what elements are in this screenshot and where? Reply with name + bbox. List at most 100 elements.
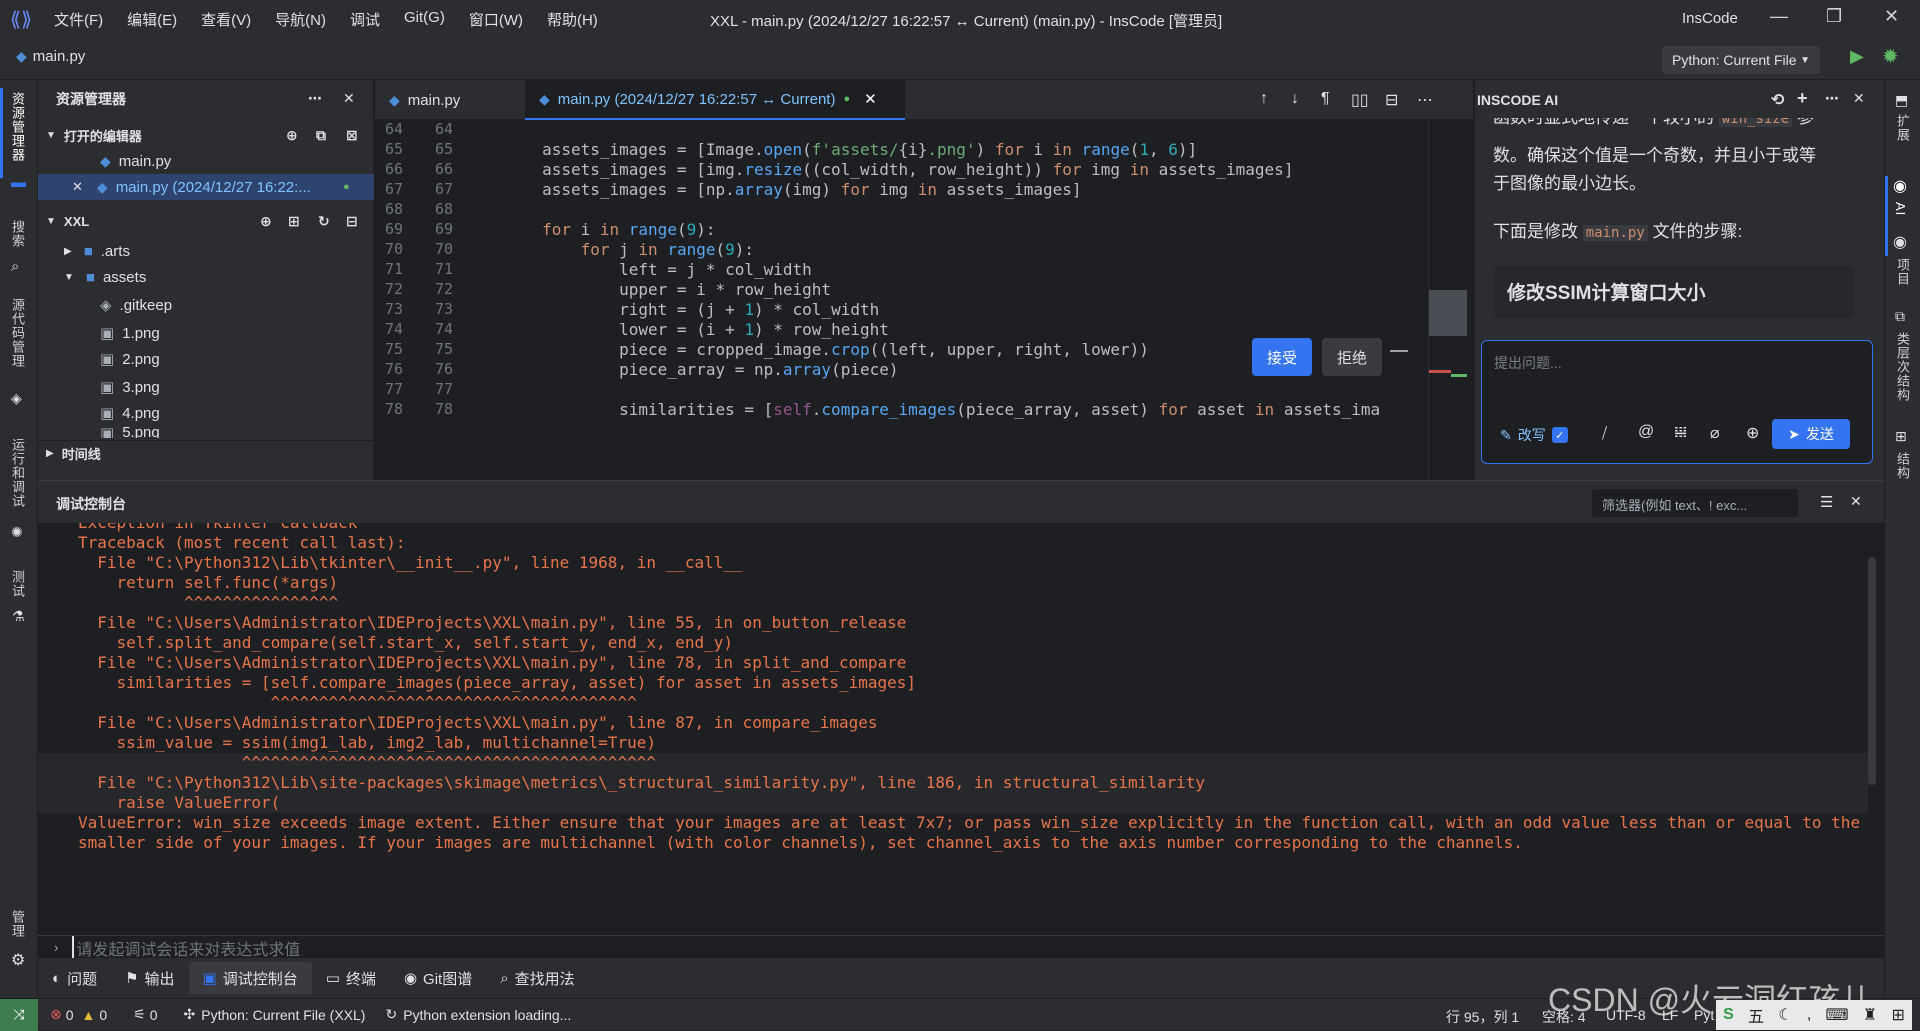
problems-status[interactable]: ⊗ 0 ▲ 0 (50, 1006, 107, 1023)
menu-debug[interactable]: 调试 (338, 9, 392, 30)
tool-manage[interactable]: 管理 (8, 910, 27, 938)
tool-test[interactable]: 测试 (8, 570, 27, 598)
tab-terminal[interactable]: ▭ 终端 (312, 962, 390, 994)
close-all-icon[interactable]: ⊠ (346, 127, 358, 144)
split-editor-icon[interactable]: ⊟ (1385, 90, 1398, 110)
tool-project[interactable]: 项目 (1893, 258, 1912, 286)
more-icon[interactable]: ⋯ (1417, 90, 1433, 110)
scrollbar[interactable] (1868, 557, 1876, 785)
restore-icon[interactable]: ❐ (1826, 6, 1842, 27)
book-icon[interactable]: ▯▯ (1351, 90, 1369, 110)
tab-git-graph[interactable]: ◉ Git图谱 (390, 962, 486, 994)
tree-item-folder[interactable]: ▶ ■ .arts (38, 238, 374, 264)
tree-item-file[interactable]: ▣ 4.png (38, 400, 374, 426)
attach-icon[interactable]: ⌀ (1710, 423, 1720, 443)
tree-item-file[interactable]: ▣ 5.png (38, 424, 374, 438)
tree-item-label: 2.png (122, 350, 160, 368)
ports-status[interactable]: ⚟ 0 (133, 1006, 157, 1023)
accept-button[interactable]: 接受 (1252, 338, 1312, 376)
open-editor-item[interactable]: ◆ main.py (38, 148, 374, 174)
close-icon[interactable]: ✕ (1850, 493, 1862, 510)
tab-debug-console[interactable]: ▣ 调试控制台 (188, 962, 312, 994)
ai-input[interactable]: 提出问题... (1494, 353, 1562, 373)
cursor-position[interactable]: 行 95，列 1 (1446, 1007, 1519, 1027)
open-editor-item-active[interactable]: ✕ ◆ main.py (2024/12/27 16:22:... ● (38, 174, 374, 200)
more-icon[interactable]: ⋯ (1825, 90, 1839, 107)
arrow-down-icon[interactable]: ↓ (1291, 90, 1299, 108)
menu-edit[interactable]: 编辑(E) (115, 9, 189, 30)
menu-window[interactable]: 窗口(W) (457, 9, 535, 30)
tool-explorer[interactable]: 资源管理器 (8, 92, 27, 162)
tree-item-file[interactable]: ▣ 1.png (38, 320, 374, 346)
add-icon[interactable]: + (1797, 88, 1808, 109)
mention-icon[interactable]: @ (1638, 423, 1654, 441)
tab-find-usages[interactable]: ⌕ 查找用法 (486, 962, 588, 994)
word-wrap-icon[interactable]: ☰ (1820, 493, 1833, 511)
breadcrumb[interactable]: main.py (33, 48, 86, 65)
tool-run-debug[interactable]: 运行和调试 (8, 438, 27, 508)
collapse-diff-icon[interactable] (1390, 350, 1408, 352)
new-file-icon[interactable]: ⊕ (260, 213, 272, 230)
more-icon[interactable]: ⋯ (308, 90, 322, 107)
run-config-select[interactable]: Python: Current File ▼ (1662, 46, 1820, 74)
ime-toolbar[interactable]: S 五 ☾ , ⌨ ♜ ⊞ (1716, 1000, 1912, 1030)
remote-icon[interactable]: ⤨ (0, 998, 38, 1031)
arrow-up-icon[interactable]: ↑ (1260, 90, 1268, 108)
chevron-right-icon: ▶ (64, 245, 72, 257)
minimap-slider[interactable] (1429, 290, 1467, 336)
minimap[interactable] (1428, 120, 1473, 480)
tab-diff[interactable]: ◆ main.py (2024/12/27 16:22:57 ↔ Current… (525, 80, 905, 120)
code-view[interactable]: assets_images = [Image.open(f'assets/{i}… (465, 120, 1440, 480)
run-icon[interactable]: ▶ (1850, 46, 1864, 67)
close-icon[interactable]: ✕ (1853, 90, 1865, 107)
tree-item-file[interactable]: ▣ 2.png (38, 346, 374, 372)
tab-main-py[interactable]: ◆ main.py (375, 80, 525, 120)
app-logo-icon[interactable]: ⟪⟫ (0, 0, 42, 38)
console-eval-input[interactable]: 请发起调试会话来对表达式求值 (72, 935, 300, 960)
ai-input-box[interactable]: 提出问题... ✎ 改写 ✓ ⧸ @ 𝍐 ⌀ ⊕ ➤ 发送 (1481, 340, 1873, 464)
save-all-icon[interactable]: ⧉ (316, 127, 326, 144)
tool-ai[interactable]: AI (1893, 202, 1908, 216)
tree-item-file[interactable]: ◈ .gitkeep (38, 292, 374, 318)
gear-icon[interactable]: ⚙ (11, 950, 25, 970)
collapse-icon[interactable]: ⊟ (346, 213, 358, 230)
slash-command-icon[interactable]: ⧸ (1602, 425, 1607, 442)
tool-search[interactable]: 搜索 (8, 220, 27, 248)
menu-file[interactable]: 文件(F) (42, 9, 115, 30)
menu-navigate[interactable]: 导航(N) (263, 9, 338, 30)
refresh-icon[interactable]: ↻ (318, 213, 330, 230)
rewrite-toggle[interactable]: ✎ 改写 ✓ (1500, 425, 1568, 445)
interpreter-status[interactable]: ✣ Python: Current File (XXL) (184, 1006, 366, 1023)
project-section[interactable]: ▼ XXL ⊕ ⊞ ↻ ⊟ (38, 208, 374, 234)
tool-hierarchy[interactable]: 类层次结构 (1893, 332, 1912, 402)
tab-output[interactable]: ⚑ 输出 (111, 962, 188, 994)
menu-help[interactable]: 帮助(H) (535, 9, 610, 30)
close-window-icon[interactable]: ✕ (1884, 6, 1899, 27)
new-folder-icon[interactable]: ⊞ (288, 213, 300, 230)
reject-button[interactable]: 拒绝 (1322, 338, 1382, 376)
tool-structure[interactable]: 结构 (1893, 452, 1912, 480)
console-output[interactable]: Exception in Tkinter callback Traceback … (38, 523, 1868, 915)
tree-item-folder[interactable]: ▼ ■ assets (38, 264, 374, 290)
pilcrow-icon[interactable]: ¶ (1321, 90, 1330, 108)
tab-problems[interactable]: ◐ 问题 (38, 962, 111, 994)
tool-extensions[interactable]: 扩展 (1893, 114, 1912, 142)
tree-item-file[interactable]: ▣ 3.png (38, 374, 374, 400)
debug-icon[interactable]: ✹ (1882, 44, 1899, 69)
checkbox-checked-icon[interactable]: ✓ (1551, 427, 1568, 443)
close-icon[interactable]: ✕ (72, 179, 83, 195)
console-filter-input[interactable]: 筛选器(例如 text、! exc... (1592, 489, 1798, 517)
open-editors-section[interactable]: ▼ 打开的编辑器 ⊕ ⧉ ⊠ (38, 122, 374, 148)
menu-git[interactable]: Git(G) (392, 9, 457, 30)
history-icon[interactable]: ⟲ (1771, 90, 1784, 110)
new-file-icon[interactable]: ⊕ (286, 127, 298, 144)
close-icon[interactable]: ✕ (343, 90, 355, 107)
close-icon[interactable]: ✕ (864, 90, 877, 108)
globe-icon[interactable]: ⊕ (1746, 423, 1759, 443)
timeline-section[interactable]: ▶ 时间线 (38, 440, 374, 466)
send-button[interactable]: ➤ 发送 (1772, 419, 1850, 449)
tool-source-control[interactable]: 源代码管理 (8, 298, 27, 368)
menu-view[interactable]: 查看(V) (189, 9, 263, 30)
library-icon[interactable]: 𝍐 (1674, 423, 1687, 441)
minimize-icon[interactable]: — (1770, 6, 1788, 27)
